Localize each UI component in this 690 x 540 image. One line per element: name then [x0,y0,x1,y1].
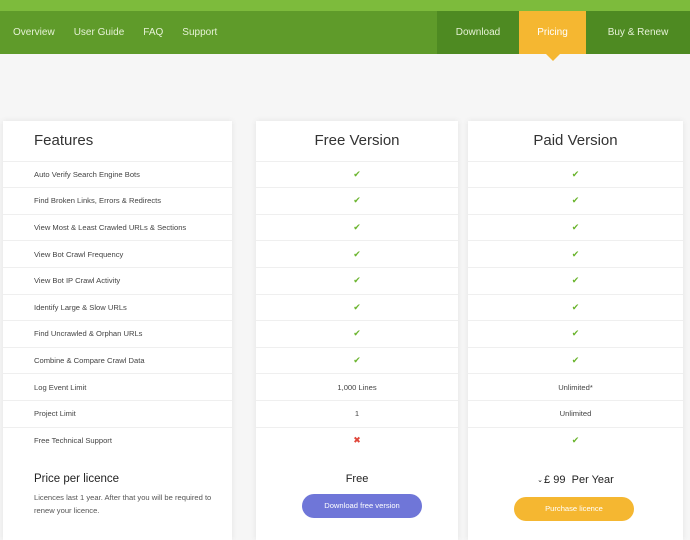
feature-value: Log Event Limit [34,382,87,392]
feature-value: Auto Verify Search Engine Bots [34,169,140,179]
feature-row: View Most & Least Crawled URLs & Section… [3,213,232,241]
paid-row: Unlimited [468,399,683,427]
free-version-column: Free Version Free Download free version … [256,121,458,540]
nav-link-user-guide[interactable]: User Guide [68,11,131,54]
free-version-heading: Free Version [314,132,400,149]
paid-value: Unlimited* [558,382,593,392]
check-icon: ✔ [571,434,580,445]
check-icon: ✔ [353,248,361,259]
feature-value: View Most & Least Crawled URLs & Section… [34,222,187,232]
feature-value: View Bot IP Crawl Activity [34,276,121,286]
price-amount: 99 [553,474,566,486]
feature-row: Identify Large & Slow URLs [3,293,232,321]
free-row: ✔ [256,320,458,347]
free-row: ✔ [256,293,458,321]
free-row: ✖ [256,426,458,454]
free-row: ✔ [256,240,458,267]
free-row: ✔ [256,213,458,241]
cross-icon: ✖ [353,434,361,445]
free-row: ✔ [256,187,458,214]
paid-row: ✔ [468,213,683,241]
paid-row: ✔ [468,187,683,214]
download-free-version-button[interactable]: Download free version [302,494,422,518]
paid-row: ✔ [468,160,683,188]
feature-value: Project Limit [34,409,76,419]
paid-value: Unlimited [559,409,592,419]
free-row: ✔ [256,346,458,374]
feature-row: Log Event Limit [3,373,232,400]
feature-value: Find Broken Links, Errors & Redirects [34,196,162,206]
price-per-licence-label: Price per licence [34,473,120,485]
check-icon: ✔ [571,275,580,286]
tab-buy-renew[interactable]: Buy & Renew [586,11,690,54]
nav-link-faq[interactable]: FAQ [137,11,169,54]
feature-row: Auto Verify Search Engine Bots [3,160,232,188]
check-icon: ✔ [571,195,580,206]
free-row: ✔ [256,160,458,188]
check-icon: ✔ [571,221,580,232]
nav-link-support[interactable]: Support [176,11,223,54]
paid-price: ⌄£ 99 Per Year [468,474,683,486]
feature-row: Free Technical Support [3,426,232,454]
currency-select[interactable]: ⌄£ [537,474,550,486]
tab-pricing[interactable]: Pricing [519,11,586,61]
feature-value: Identify Large & Slow URLs [34,302,127,312]
free-row: ✔ [256,266,458,294]
check-icon: ✔ [353,354,361,365]
features-column: Features Price per licence Licences last… [3,121,232,540]
paid-row: Unlimited* [468,373,683,400]
free-value: 1 [354,409,360,419]
check-icon: ✔ [571,168,580,179]
feature-value: View Bot Crawl Frequency [34,249,124,259]
price-period: Per Year [571,474,614,486]
paid-row: ✔ [468,346,683,374]
active-tab-caret-icon [546,54,560,61]
paid-version-heading: Paid Version [533,132,618,149]
purchase-licence-button[interactable]: Purchase licence [514,497,634,521]
check-icon: ✔ [353,195,361,206]
check-icon: ✔ [353,168,361,179]
feature-value: Find Uncrawled & Orphan URLs [34,329,143,339]
paid-row: ✔ [468,266,683,294]
feature-value: Free Technical Support [34,435,112,445]
paid-row: ✔ [468,426,683,454]
feature-value: Combine & Compare Crawl Data [34,355,145,365]
top-accent-strip [0,0,690,11]
feature-row: Combine & Compare Crawl Data [3,346,232,374]
feature-row: View Bot Crawl Frequency [3,240,232,267]
licence-note: Licences last 1 year. After that you wil… [34,493,212,515]
check-icon: ✔ [353,301,361,312]
check-icon: ✔ [571,301,580,312]
paid-row: ✔ [468,320,683,347]
tab-download[interactable]: Download [437,11,519,54]
feature-row: Find Broken Links, Errors & Redirects [3,187,232,214]
paid-row: ✔ [468,240,683,267]
check-icon: ✔ [571,354,580,365]
paid-version-column: Paid Version ⌄£ 99 Per Year Purchase lic… [468,121,683,540]
paid-row: ✔ [468,293,683,321]
nav-left-links: Overview User Guide FAQ Support [0,11,223,54]
check-icon: ✔ [571,328,580,339]
free-row: 1 [256,399,458,427]
features-heading: Features [34,132,94,149]
chevron-down-icon: ⌄ [537,477,544,484]
tab-pricing-label: Pricing [537,27,568,38]
free-row: 1,000 Lines [256,373,458,400]
currency-symbol: £ [544,474,551,486]
feature-row: Project Limit [3,399,232,427]
free-price: Free [345,473,369,485]
check-icon: ✔ [353,221,361,232]
free-value: 1,000 Lines [337,382,377,392]
feature-row: View Bot IP Crawl Activity [3,266,232,294]
check-icon: ✔ [571,248,580,259]
check-icon: ✔ [353,328,361,339]
nav-link-overview[interactable]: Overview [7,11,61,54]
top-navigation: Overview User Guide FAQ Support Download… [0,11,690,61]
feature-row: Find Uncrawled & Orphan URLs [3,320,232,347]
check-icon: ✔ [353,275,361,286]
